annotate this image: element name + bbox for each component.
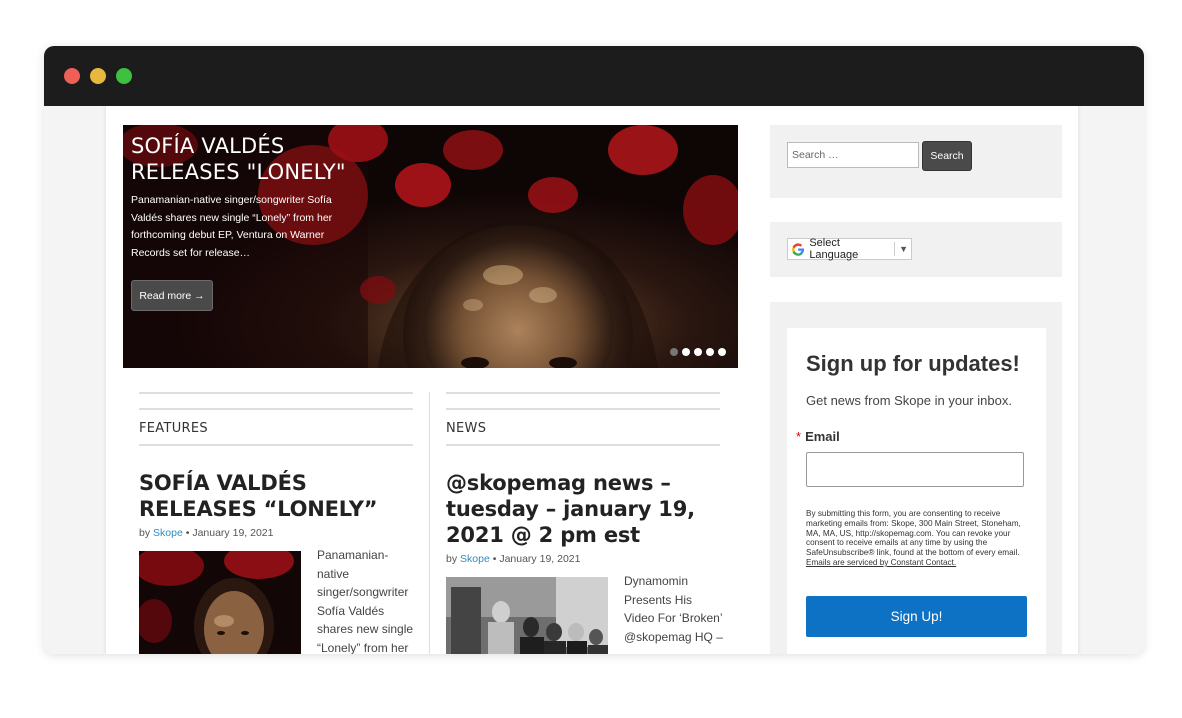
search-input[interactable] [787, 142, 919, 168]
featured-slider[interactable]: SOFÍA VALDÉS RELEASES "LONELY" Panamania… [123, 125, 738, 368]
news-post-byline: by Skope • January 19, 2021 [446, 552, 720, 566]
news-heading: NEWS [446, 408, 720, 446]
author-link[interactable]: Skope [460, 553, 490, 565]
features-column: FEATURES SOFÍA VALDÉS RELEASES “LONELY” … [139, 392, 413, 654]
web-page: SOFÍA VALDÉS RELEASES "LONELY" Panamania… [106, 106, 1078, 654]
byline-separator: • [492, 553, 497, 565]
features-heading: FEATURES [139, 408, 413, 446]
google-icon [792, 242, 805, 256]
post-date: January 19, 2021 [499, 553, 581, 565]
slider-dot[interactable] [694, 348, 702, 356]
news-post-body: Dynamomin Presents His Video For ‘Broken… [446, 574, 723, 654]
language-select[interactable]: Select Language ▼ [787, 237, 912, 261]
column-divider [429, 392, 430, 654]
post-date: January 19, 2021 [192, 527, 274, 539]
signup-subtitle: Get news from Skope in your inbox. [806, 393, 1012, 408]
maximize-window-button[interactable] [116, 68, 132, 84]
required-marker: * [796, 429, 802, 444]
signup-title: Sign up for updates! [806, 351, 1020, 376]
search-widget: Search [770, 125, 1062, 198]
consent-body: By submitting this form, you are consent… [806, 509, 1021, 558]
slider-dot[interactable] [718, 348, 726, 356]
consent-text: By submitting this form, you are consent… [806, 509, 1028, 568]
byline-separator: • [185, 527, 190, 539]
constant-contact-link[interactable]: Emails are serviced by Constant Contact. [806, 558, 956, 567]
minimize-window-button[interactable] [90, 68, 106, 84]
byline-by: by [139, 527, 151, 539]
search-button[interactable]: Search [922, 141, 972, 171]
signup-form: Sign up for updates! Get news from Skope… [787, 328, 1046, 654]
chevron-down-icon: ▼ [899, 244, 908, 254]
features-post-thumbnail[interactable] [139, 551, 301, 654]
features-post-title[interactable]: SOFÍA VALDÉS RELEASES “LONELY” [139, 470, 413, 522]
slider-dot[interactable] [670, 348, 678, 356]
slider-dot[interactable] [706, 348, 714, 356]
slide-excerpt: Panamanian-native singer/songwriter Sofí… [131, 194, 333, 259]
signup-widget: Sign up for updates! Get news from Skope… [770, 302, 1062, 654]
features-post-byline: by Skope • January 19, 2021 [139, 526, 413, 540]
author-link[interactable]: Skope [153, 527, 183, 539]
slider-dot[interactable] [682, 348, 690, 356]
features-post-body: Panamanian-native singer/songwriter Sofí… [139, 548, 413, 654]
close-window-button[interactable] [64, 68, 80, 84]
features-post-excerpt: Panamanian-native singer/songwriter Sofí… [317, 548, 414, 654]
news-column: NEWS @skopemag news – tuesday – january … [446, 392, 723, 654]
browser-window: SOFÍA VALDÉS RELEASES "LONELY" Panamania… [44, 46, 1144, 654]
read-more-button[interactable]: Read more → [131, 280, 213, 311]
sign-up-button[interactable]: Sign Up! [806, 596, 1027, 637]
translate-widget: Select Language ▼ [770, 222, 1062, 277]
slider-pagination [670, 348, 726, 356]
email-label-text: Email [805, 429, 840, 444]
news-post-title[interactable]: @skopemag news – tuesday – january 19, 2… [446, 470, 720, 548]
window-titlebar [44, 46, 1144, 106]
news-post-thumbnail[interactable] [446, 577, 608, 654]
news-post-excerpt: Dynamomin Presents His Video For ‘Broken… [624, 574, 723, 644]
email-field[interactable] [806, 452, 1024, 487]
section-divider [446, 392, 720, 394]
select-divider [894, 242, 896, 256]
byline-by: by [446, 553, 458, 565]
section-divider [139, 392, 413, 394]
slide-title[interactable]: SOFÍA VALDÉS RELEASES "LONELY" [131, 133, 351, 185]
language-select-label: Select Language [809, 237, 859, 261]
email-label: * Email [796, 429, 840, 444]
browser-content: SOFÍA VALDÉS RELEASES "LONELY" Panamania… [44, 106, 1144, 654]
